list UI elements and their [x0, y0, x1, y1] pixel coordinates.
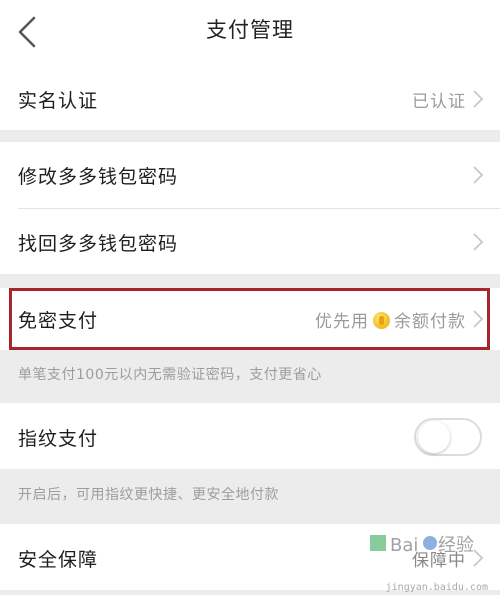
- recover-password-row[interactable]: 找回多多钱包密码: [0, 209, 500, 274]
- fingerprint-toggle[interactable]: [414, 418, 482, 456]
- payment-management-page: 支付管理 实名认证 已认证 修改多多钱包密码 找回多多钱包密码 免密支付 优先用…: [0, 0, 500, 595]
- page-title: 支付管理: [206, 18, 294, 42]
- baidu-watermark-logo: Bai 经验: [370, 535, 474, 556]
- fingerprint-hint: 开启后，可用指纹更快捷、更安全地付款: [18, 487, 279, 503]
- fingerprint-label: 指纹支付: [18, 428, 99, 450]
- modify-password-label: 修改多多钱包密码: [18, 166, 179, 188]
- password-free-hint: 单笔支付100元以内无需验证密码，支付更省心: [18, 367, 322, 383]
- real-name-label: 实名认证: [18, 90, 99, 112]
- password-group: 修改多多钱包密码 找回多多钱包密码: [0, 142, 500, 274]
- navbar: 支付管理: [0, 0, 500, 68]
- chevron-right-icon: [473, 233, 484, 251]
- real-name-row[interactable]: 实名认证 已认证: [0, 68, 500, 130]
- watermark-text: jingyan.baidu.com: [385, 582, 488, 593]
- recover-password-label: 找回多多钱包密码: [18, 233, 179, 255]
- modify-password-row[interactable]: 修改多多钱包密码: [0, 142, 500, 208]
- highlight-box: [9, 288, 490, 350]
- chevron-right-icon: [473, 166, 484, 184]
- svg-text:经验: 经验: [438, 535, 474, 556]
- toggle-knob: [418, 421, 450, 453]
- real-name-status: 已认证: [412, 92, 466, 112]
- svg-text:Bai: Bai: [390, 535, 418, 556]
- security-label: 安全保障: [18, 549, 99, 571]
- chevron-right-icon: [473, 90, 484, 108]
